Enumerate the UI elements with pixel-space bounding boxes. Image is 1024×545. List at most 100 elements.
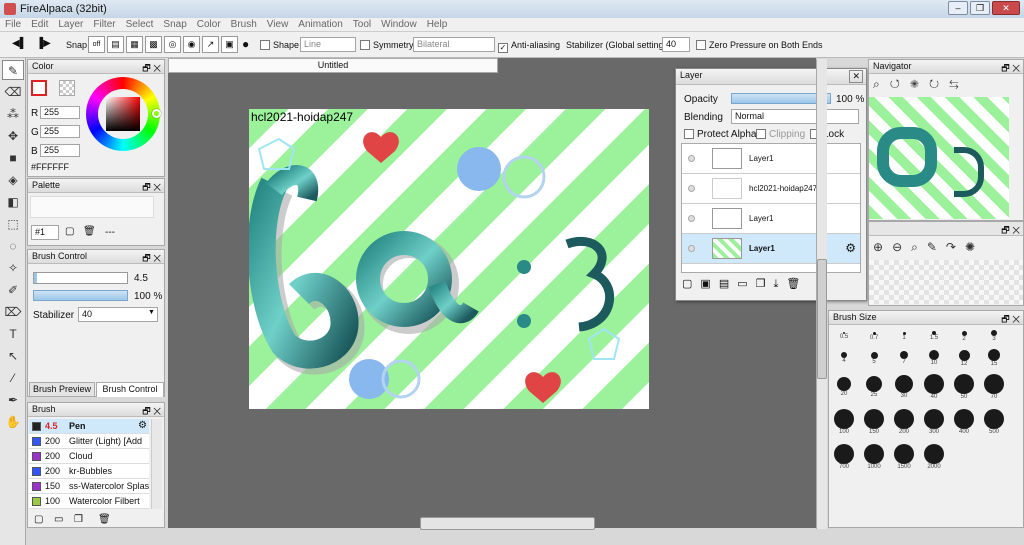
brush-size-cell[interactable]: 700 — [831, 441, 857, 476]
eyedropper-icon[interactable]: ✒ — [2, 390, 24, 410]
brush-item[interactable]: 100 Watercolor Filbert — [29, 494, 149, 509]
brush-size-cell[interactable]: 20 — [831, 371, 857, 406]
reset-icon[interactable]: ✺ — [965, 240, 984, 254]
delete-layer-icon[interactable]: 🗑 — [786, 278, 808, 290]
pen-icon[interactable]: ✎ — [927, 240, 946, 254]
prev-frame-icon[interactable]: ◀▌ — [12, 38, 27, 49]
rotate-right-icon[interactable]: ↻ — [929, 77, 949, 91]
duplicate-layer-icon[interactable]: ❐ — [756, 278, 774, 290]
select-eraser-icon[interactable]: ⌦ — [2, 302, 24, 322]
flip-icon[interactable]: ⇆ — [949, 77, 969, 91]
new-8bit-layer-icon[interactable]: ▣ — [700, 278, 718, 290]
layer-row-selected[interactable]: Layer1 ⚙ — [682, 234, 860, 264]
brush-size-slider[interactable] — [33, 272, 128, 284]
brush-item[interactable]: 200 Glitter (Light) [Add — [29, 434, 149, 449]
clipping-checkbox[interactable] — [756, 129, 766, 139]
menu-snap[interactable]: Snap — [158, 18, 191, 31]
brush-size-cell[interactable]: 2 — [951, 327, 977, 349]
brush-size-cell[interactable]: 1.5 — [921, 327, 947, 349]
eraser-tool-icon[interactable]: ⌫ — [2, 82, 24, 102]
gradient-tool-icon[interactable]: ◧ — [2, 192, 24, 212]
menu-brush[interactable]: Brush — [226, 18, 262, 31]
bucket-tool-icon[interactable]: ◈ — [2, 170, 24, 190]
brush-size-cell[interactable]: 1 — [891, 327, 917, 349]
navigator-preview[interactable] — [869, 97, 1009, 219]
snap-cross-icon[interactable]: ▦ — [126, 36, 143, 53]
snap-radial-icon[interactable]: ◎ — [164, 36, 181, 53]
fit-icon[interactable]: ⌕ — [911, 240, 927, 254]
r-field[interactable]: 255 — [40, 106, 80, 119]
brush-size-cell[interactable]: 50 — [951, 371, 977, 406]
brush-item[interactable]: 200 Cloud — [29, 449, 149, 464]
dot-tool-icon[interactable]: ⁂ — [2, 104, 24, 124]
document-tab[interactable]: Untitled — [168, 58, 498, 73]
menu-help[interactable]: Help — [422, 18, 453, 31]
symmetry-select[interactable]: Bilateral — [413, 37, 495, 52]
brush-size-cell[interactable]: 500 — [981, 406, 1007, 441]
brush-size-cell[interactable]: 30 — [891, 371, 917, 406]
brush-size-cell[interactable]: 1000 — [861, 441, 887, 476]
brush-size-cell[interactable]: 70 — [981, 371, 1007, 406]
tab-brush-preview[interactable]: Brush Preview — [29, 382, 95, 397]
menu-animation[interactable]: Animation — [293, 18, 347, 31]
brush-size-cell[interactable]: 200 — [891, 406, 917, 441]
visibility-icon[interactable] — [688, 215, 695, 222]
snap-off-button[interactable]: off — [88, 36, 105, 53]
dropper-tool-icon[interactable]: ⁄ — [2, 368, 24, 388]
visibility-icon[interactable] — [688, 245, 695, 252]
palette-index-select[interactable]: #1 — [31, 225, 59, 240]
rotate-left-icon[interactable]: ↺ — [890, 77, 910, 91]
brush-item-selected[interactable]: 4.5 Pen ⚙ — [29, 419, 149, 434]
brush-size-cell[interactable]: 150 — [861, 406, 887, 441]
brush-size-cell[interactable]: 400 — [951, 406, 977, 441]
gear-icon[interactable]: ⚙ — [138, 420, 147, 431]
gear-icon[interactable]: ⚙ — [845, 241, 856, 255]
primary-color-swatch[interactable] — [31, 80, 47, 96]
delete-palette-icon[interactable]: 🗑 — [83, 226, 96, 237]
snap-parallel-icon[interactable]: ▤ — [107, 36, 124, 53]
tab-brush-control[interactable]: Brush Control — [96, 382, 164, 397]
new-layer-icon[interactable]: ▢ — [682, 278, 700, 290]
shape-checkbox[interactable] — [260, 40, 270, 50]
snap-circle-icon[interactable]: ◉ — [183, 36, 200, 53]
zoom-icon[interactable]: ⌕ — [873, 77, 890, 91]
menu-filter[interactable]: Filter — [88, 18, 120, 31]
lasso-tool-icon[interactable]: ◌ — [2, 236, 24, 256]
brush-size-cell[interactable]: 25 — [861, 371, 887, 406]
brush-size-cell[interactable]: 7 — [891, 349, 917, 371]
zero-pressure-checkbox[interactable] — [696, 40, 706, 50]
brush-opacity-slider[interactable] — [33, 290, 128, 301]
layer-close-icon[interactable]: ✕ — [849, 70, 863, 83]
snap-curve-icon[interactable]: ↗ — [202, 36, 219, 53]
brush-stabilizer-select[interactable]: 40 — [78, 307, 158, 322]
layer-row[interactable]: Layer1 — [682, 144, 860, 174]
brush-size-cell[interactable]: 0.7 — [861, 327, 887, 349]
symmetry-checkbox[interactable] — [360, 40, 370, 50]
canvas-hscroll[interactable] — [420, 517, 595, 530]
brush-size-cell[interactable]: 1500 — [891, 441, 917, 476]
redo-icon[interactable]: ↷ — [946, 240, 965, 254]
hue-wheel[interactable] — [86, 77, 161, 151]
panel-controls-icon[interactable]: 🗗 ✕ — [142, 180, 161, 196]
layer-row[interactable]: hcl2021-hoidap247 — [682, 174, 860, 204]
antialias-checkbox[interactable]: ✓ — [498, 43, 508, 53]
zoom-out-icon[interactable]: ⊖ — [892, 240, 911, 254]
select-tool-icon[interactable]: ⬚ — [2, 214, 24, 234]
add-palette-icon[interactable]: ▢ — [65, 226, 74, 237]
brush-size-cell[interactable]: 300 — [921, 406, 947, 441]
snap-grid-icon[interactable]: ▩ — [145, 36, 162, 53]
panel-controls-icon[interactable]: 🗗 ✕ — [1001, 312, 1020, 328]
palette-swatch-area[interactable] — [30, 196, 154, 218]
panel-controls-icon[interactable]: 🗗 ✕ — [142, 404, 161, 420]
menu-window[interactable]: Window — [376, 18, 422, 31]
panel-controls-icon[interactable]: 🗗 ✕ — [142, 61, 161, 77]
merge-layer-icon[interactable]: ⤓ — [774, 278, 787, 290]
zoom-in-icon[interactable]: ⊕ — [873, 240, 892, 254]
global-stabilizer-select[interactable]: 40 — [662, 37, 690, 52]
pen-tool-icon[interactable]: ✎ — [2, 60, 24, 80]
text-tool-icon[interactable]: T — [2, 324, 24, 344]
panel-controls-icon[interactable]: 🗗 ✕ — [1001, 223, 1020, 239]
snap-3d-icon[interactable]: ▣ — [221, 36, 238, 53]
minimize-button[interactable]: – — [948, 1, 968, 15]
menu-select[interactable]: Select — [121, 18, 159, 31]
